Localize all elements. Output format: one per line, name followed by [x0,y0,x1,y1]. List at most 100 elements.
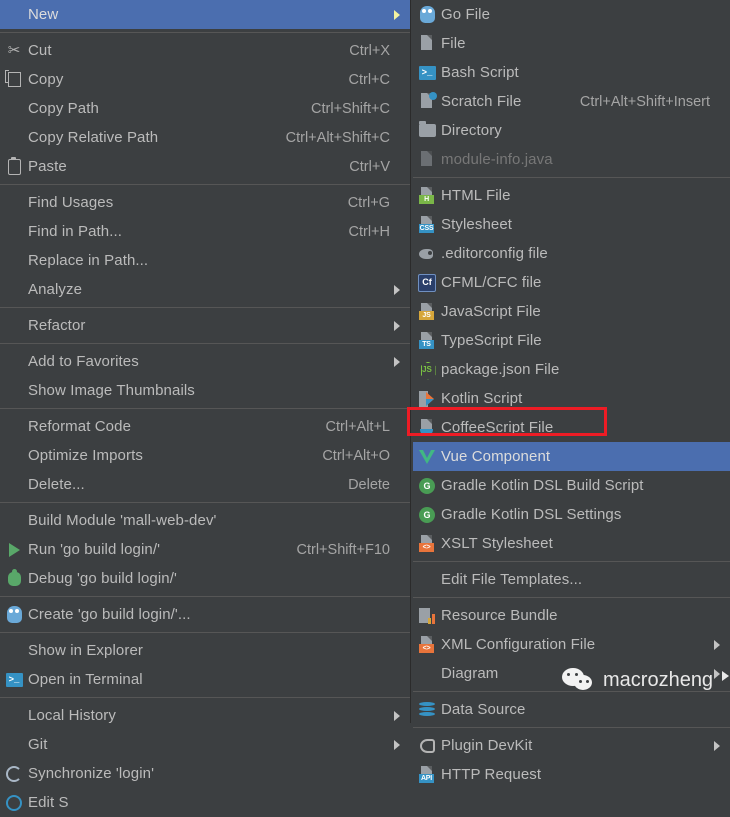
menu-item-module-info-java[interactable]: module-info.java [413,145,730,174]
no-icon [0,506,28,535]
menu-item-shortcut: Ctrl+Alt+O [322,447,390,464]
menu-item-xslt-stylesheet[interactable]: <> XSLT Stylesheet [413,529,730,558]
menu-item-shortcut: Delete [348,476,390,493]
menu-item-add-to-favorites[interactable]: Add to Favorites [0,347,410,376]
menu-item-label: Resource Bundle [441,607,558,624]
resource-bundle-icon [413,601,441,630]
menu-item-shortcut: Ctrl+C [348,71,391,88]
menu-item-label: Analyze [28,281,83,298]
menu-item-label: HTML File [441,187,511,204]
menu-item-analyze[interactable]: Analyze [0,275,410,304]
menu-item-label: Refactor [28,317,86,334]
scratch-file-icon [413,87,441,116]
menu-item-find-usages[interactable]: Find Usages Ctrl+G [0,188,410,217]
menu-separator [413,691,730,692]
menu-item-plugin-devkit[interactable]: Plugin DevKit [413,731,730,760]
menu-item-javascript-file[interactable]: JS JavaScript File [413,297,730,326]
menu-item-label: Reformat Code [28,418,132,435]
menu-item-label: .editorconfig file [441,245,548,262]
http-request-icon: API [413,760,441,789]
editor-context-menu[interactable]: New ✂ Cut Ctrl+X Copy Ctrl+C Copy Path Ctrl+Shi… [0,0,411,811]
menu-item-label: File [441,35,466,52]
menu-item-debug-go-build-login[interactable]: Debug 'go build login/' [0,564,410,593]
no-icon [0,470,28,499]
menu-item-label: New [28,6,59,23]
menu-item-shortcut: Ctrl+Shift+C [311,100,390,117]
menu-item-label: Git [28,736,48,753]
menu-item-delete[interactable]: Delete... Delete [0,470,410,499]
menu-separator [0,343,410,344]
javascript-file-icon: JS [413,297,441,326]
menu-item-gradle-kotlin-dsl-settings[interactable]: G Gradle Kotlin DSL Settings [413,500,730,529]
menu-item-label: CFML/CFC file [441,274,542,291]
menu-item-kotlin-script[interactable]: Kotlin Script [413,384,730,413]
menu-item-show-in-explorer[interactable]: Show in Explorer [0,636,410,665]
menu-item-diagram[interactable]: Diagram [413,659,730,688]
chevron-right-icon [390,739,404,750]
menu-item-edit-file-templates[interactable]: Edit File Templates... [413,565,730,594]
menu-item-copy-relative-path[interactable]: Copy Relative Path Ctrl+Alt+Shift+C [0,123,410,152]
java-file-icon [413,145,441,174]
menu-item-coffeescript-file[interactable]: CoffeeScript File [413,413,730,442]
menu-item-reformat-code[interactable]: Reformat Code Ctrl+Alt+L [0,412,410,441]
menu-item-replace-in-path[interactable]: Replace in Path... [0,246,410,275]
menu-item-label: Vue Component [441,448,551,465]
menu-item-typescript-file[interactable]: TS TypeScript File [413,326,730,355]
menu-item-directory[interactable]: Directory [413,116,730,145]
menu-item-data-source[interactable]: Data Source [413,695,730,724]
menu-item-find-in-path[interactable]: Find in Path... Ctrl+H [0,217,410,246]
menu-item-refactor[interactable]: Refactor [0,311,410,340]
menu-item-cut[interactable]: ✂ Cut Ctrl+X [0,36,410,65]
menu-separator [413,561,730,562]
menu-item-package-json-file[interactable]: JS package.json File [413,355,730,384]
clipboard-icon [0,152,28,181]
menu-item-vue-component[interactable]: Vue Component [413,442,730,471]
menu-item-synchronize-login[interactable]: Synchronize 'login' [0,759,410,788]
no-icon [0,412,28,441]
menu-item-stylesheet[interactable]: CSS Stylesheet [413,210,730,239]
menu-separator [413,177,730,178]
no-icon [0,246,28,275]
menu-item-label: Build Module 'mall-web-dev' [28,512,217,529]
new-submenu[interactable]: Go File File >_ Bash Script Scratch File Ctrl… [413,0,730,783]
menu-item-git[interactable]: Git [0,730,410,759]
menu-item-resource-bundle[interactable]: Resource Bundle [413,601,730,630]
menu-item-optimize-imports[interactable]: Optimize Imports Ctrl+Alt+O [0,441,410,470]
menu-item-copy-path[interactable]: Copy Path Ctrl+Shift+C [0,94,410,123]
coffeescript-file-icon [413,413,441,442]
menu-item-new[interactable]: New [0,0,410,29]
menu-item-shortcut: Ctrl+V [349,158,390,175]
menu-item-html-file[interactable]: H HTML File [413,181,730,210]
menu-item-scratch-file[interactable]: Scratch File Ctrl+Alt+Shift+Insert [413,87,730,116]
menu-item-bash-script[interactable]: >_ Bash Script [413,58,730,87]
chevron-right-icon [390,356,404,367]
menu-item-label: Run 'go build login/' [28,541,161,558]
menu-item-open-in-terminal[interactable]: >_ Open in Terminal [0,665,410,694]
menu-item-run-go-build-login[interactable]: Run 'go build login/' Ctrl+Shift+F10 [0,535,410,564]
menu-item-gradle-kotlin-dsl-build-script[interactable]: G Gradle Kotlin DSL Build Script [413,471,730,500]
menu-item-local-history[interactable]: Local History [0,701,410,730]
menu-item-xml-configuration-file[interactable]: <> XML Configuration File [413,630,730,659]
menu-item-label: JavaScript File [441,303,541,320]
menu-item-build-module-mall-web-dev[interactable]: Build Module 'mall-web-dev' [0,506,410,535]
menu-item-edit-s[interactable]: Edit S [0,788,410,817]
menu-item-file[interactable]: File [413,29,730,58]
menu-item-cfml-cfc-file[interactable]: Cf CFML/CFC file [413,268,730,297]
gradle-icon: G [413,500,441,529]
menu-item-label: Show in Explorer [28,642,143,659]
menu-item-show-image-thumbnails[interactable]: Show Image Thumbnails [0,376,410,405]
no-icon [0,94,28,123]
menu-item-create-go-build-login[interactable]: Create 'go build login/'... [0,600,410,629]
no-icon [0,311,28,340]
menu-item-copy[interactable]: Copy Ctrl+C [0,65,410,94]
no-icon [0,376,28,405]
no-icon [0,275,28,304]
menu-item-label: Add to Favorites [28,353,139,370]
menu-item-editorconfig-file[interactable]: .editorconfig file [413,239,730,268]
menu-item-go-file[interactable]: Go File [413,0,730,29]
menu-item-paste[interactable]: Paste Ctrl+V [0,152,410,181]
menu-separator [0,502,410,503]
menu-item-http-request[interactable]: API HTTP Request [413,760,730,789]
menu-item-label: Bash Script [441,64,519,81]
menu-item-shortcut: Ctrl+Alt+Shift+Insert [579,93,710,110]
